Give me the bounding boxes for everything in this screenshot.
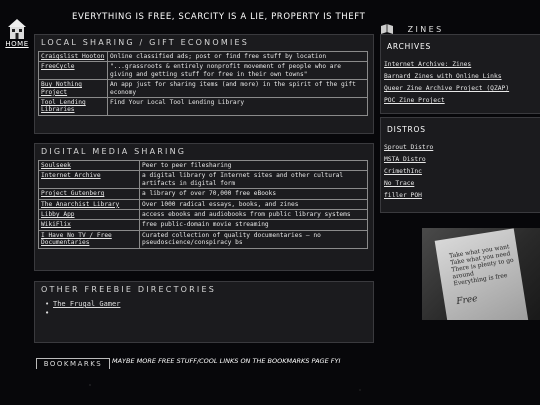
list-item: MSTA Distro	[384, 154, 540, 166]
archives-heading: ARCHIVES	[387, 42, 432, 51]
link-internet-archive[interactable]: Internet Archive	[41, 172, 101, 179]
local-sharing-table: Craigslist Hooton Online classified ads;…	[38, 50, 368, 116]
site-slogan: EVERYTHING IS FREE, SCARCITY IS A LIE, P…	[72, 12, 366, 22]
other-freebies-panel: OTHER FREEBIE DIRECTORIES The Frugal Gam…	[34, 281, 374, 343]
list-item: The Frugal Gamer	[45, 300, 373, 309]
table-row: Soulseek Peer to peer filesharing	[38, 159, 368, 172]
table-row: Buy Nothing Project An app just for shar…	[38, 79, 368, 99]
link-wikiflix[interactable]: WikiFlix	[41, 221, 71, 228]
list-item: Sprout Distro	[384, 142, 540, 154]
link-craigslist[interactable]: Craigslist Hooton	[41, 53, 104, 60]
other-freebies-list: The Frugal Gamer	[45, 300, 373, 318]
table-row: FreeCycle "...grassroots & entirely nonp…	[38, 61, 368, 81]
link-description: "...grassroots & entirely nonprofit move…	[107, 61, 368, 81]
table-row: Project Gutenberg a library of over 70,0…	[38, 188, 368, 200]
zines-distros-panel: DISTROS Sprout Distro MSTA Distro Crimet…	[380, 117, 540, 213]
link-sprout-distro[interactable]: Sprout Distro	[384, 144, 433, 151]
table-row: Craigslist Hooton Online classified ads;…	[38, 50, 368, 63]
list-item: No Trace	[384, 178, 540, 190]
link-anarchist-library[interactable]: The Anarchist Library	[41, 201, 119, 208]
link-poc-zine-project[interactable]: POC Zine Project	[384, 97, 445, 104]
distros-list: Sprout Distro MSTA Distro CrimethInc No …	[384, 142, 540, 202]
distros-heading: DISTROS	[387, 125, 426, 134]
link-free-documentaries[interactable]: I Have No TV / Free Documentaries	[41, 232, 112, 246]
table-row: The Anarchist Library Over 1000 radical …	[38, 198, 368, 211]
table-row: Internet Archive a digital library of In…	[38, 170, 368, 190]
list-item: POC Zine Project	[384, 95, 540, 107]
table-row: WikiFlix free public-domain movie stream…	[38, 219, 368, 231]
local-sharing-panel: LOCAL SHARING / GIFT ECONOMIES Craigslis…	[34, 34, 374, 134]
link-msta-distro[interactable]: MSTA Distro	[384, 156, 426, 163]
table-row: Libby App access ebooks and audiobooks f…	[38, 209, 368, 221]
link-description: free public-domain movie streaming	[139, 219, 368, 231]
link-frugal-gamer[interactable]: The Frugal Gamer	[53, 300, 120, 308]
home-icon	[8, 19, 26, 39]
table-row: I Have No TV / Free Documentaries Curate…	[38, 229, 368, 249]
local-sharing-title: LOCAL SHARING / GIFT ECONOMIES	[41, 38, 250, 47]
table-row: Tool Lending Libraries Find Your Local T…	[38, 97, 368, 116]
link-project-gutenberg[interactable]: Project Gutenberg	[41, 190, 104, 197]
link-description: a library of over 70,000 free eBooks	[139, 188, 368, 200]
zines-title: ZINES	[407, 25, 444, 34]
photo-title: Free	[455, 293, 479, 308]
link-description: Online classified ads; post or find free…	[107, 50, 368, 63]
other-freebies-title: OTHER FREEBIE DIRECTORIES	[41, 285, 217, 294]
bookmarks-tab[interactable]: BOOKMARKS	[36, 358, 110, 369]
link-description: An app just for sharing items (and more)…	[107, 79, 368, 99]
list-item: Internet Archive: Zines	[384, 59, 540, 71]
link-filler-poh[interactable]: filler POH	[384, 192, 422, 199]
digital-sharing-title: DIGITAL MEDIA SHARING	[41, 147, 187, 156]
link-barnard-zines[interactable]: Barnard Zines with Online Links	[384, 73, 502, 80]
link-tool-lending[interactable]: Tool Lending Libraries	[41, 99, 86, 113]
link-buy-nothing[interactable]: Buy Nothing Project	[41, 81, 82, 95]
zines-archives-panel: ARCHIVES Internet Archive: Zines Barnard…	[380, 34, 540, 114]
list-item: filler POH	[384, 190, 540, 202]
bookmarks-note: MAYBE MORE FREE STUFF/COOL LINKS ON THE …	[112, 357, 341, 365]
free-book-photo: Take what you want Take what you need Th…	[422, 228, 540, 320]
list-item: Barnard Zines with Online Links	[384, 71, 540, 83]
list-item: CrimethInc	[384, 166, 540, 178]
digital-sharing-panel: DIGITAL MEDIA SHARING Soulseek Peer to p…	[34, 143, 374, 271]
home-label: HOME	[5, 40, 29, 48]
link-ia-zines[interactable]: Internet Archive: Zines	[384, 61, 471, 68]
link-no-trace[interactable]: No Trace	[384, 180, 414, 187]
link-freecycle[interactable]: FreeCycle	[41, 63, 75, 70]
list-item: Queer Zine Archive Project (QZAP)	[384, 83, 540, 95]
archives-list: Internet Archive: Zines Barnard Zines wi…	[384, 59, 540, 107]
link-description: Find Your Local Tool Lending Library	[107, 97, 368, 116]
link-soulseek[interactable]: Soulseek	[41, 162, 71, 169]
link-description: access ebooks and audiobooks from public…	[139, 209, 368, 221]
link-description: Over 1000 radical essays, books, and zin…	[139, 198, 368, 211]
link-description: Peer to peer filesharing	[139, 159, 368, 172]
link-qzap[interactable]: Queer Zine Archive Project (QZAP)	[384, 85, 509, 92]
photo-page: Take what you want Take what you need Th…	[434, 228, 530, 320]
digital-sharing-table: Soulseek Peer to peer filesharing Intern…	[38, 159, 368, 249]
link-libby-app[interactable]: Libby App	[41, 211, 75, 218]
home-link[interactable]: HOME	[4, 18, 30, 48]
link-description: a digital library of Internet sites and …	[139, 170, 368, 190]
link-crimethinc[interactable]: CrimethInc	[384, 168, 422, 175]
link-description: Curated collection of quality documentar…	[139, 229, 368, 249]
